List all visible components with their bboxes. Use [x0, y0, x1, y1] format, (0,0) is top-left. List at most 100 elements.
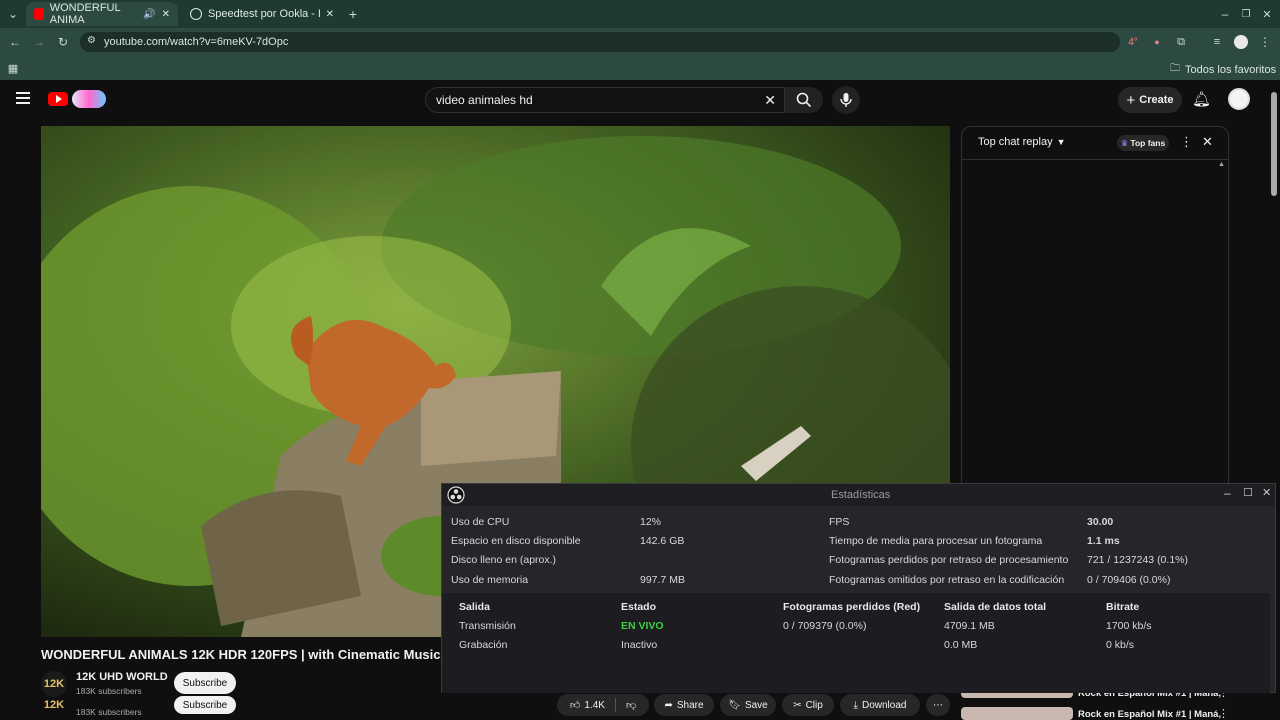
youtube-doodle-icon[interactable]: [72, 90, 106, 108]
obs-close-icon[interactable]: ✕: [1262, 486, 1271, 499]
forward-arrow-icon[interactable]: →: [30, 33, 48, 51]
recommendation-title[interactable]: Rock en Español Mix #1 | Maná,: [1078, 709, 1221, 720]
extensions-puzzle-icon[interactable]: ⧉: [1172, 33, 1190, 51]
minimize-icon[interactable]: –: [1216, 5, 1234, 23]
profile-avatar-icon[interactable]: [1234, 35, 1248, 49]
search-input-value: video animales hd: [436, 93, 533, 107]
notifications-bell-icon[interactable]: 🔔︎: [1192, 90, 1211, 108]
microphone-icon: [840, 93, 852, 107]
table-row-stream-total: 4709.1 MB: [944, 620, 995, 632]
tab-close-icon[interactable]: ✕: [162, 9, 170, 20]
clip-button[interactable]: ✂ Clip: [782, 694, 834, 716]
tab-speedtest[interactable]: Speedtest por Ookla - La ✕: [182, 2, 342, 26]
voice-search-button[interactable]: [832, 86, 860, 114]
create-button[interactable]: + Create: [1118, 87, 1182, 113]
obs-minimize-icon[interactable]: –: [1224, 486, 1231, 500]
subscribe-button-sticky[interactable]: Subscribe: [174, 696, 236, 714]
stat-label-fps: FPS: [829, 516, 850, 528]
media-controls-icon[interactable]: ≡: [1208, 33, 1226, 51]
save-button[interactable]: 🔖︎ Save: [720, 694, 776, 716]
like-dislike-group: 👍︎ 1.4K 👎︎: [557, 694, 649, 716]
obs-logo-icon: [447, 486, 465, 504]
clip-label: Clip: [805, 699, 823, 711]
chat-mode-label: Top chat replay: [978, 136, 1053, 148]
recommendation-more-icon[interactable]: ⋮: [1218, 707, 1229, 720]
youtube-logo-icon[interactable]: [48, 92, 68, 106]
table-row-stream-dropped: 0 / 709379 (0.0%): [783, 620, 867, 632]
share-arrow-icon: ➦: [664, 699, 673, 711]
video-title: WONDERFUL ANIMALS 12K HDR 120FPS | with …: [41, 647, 441, 662]
extension-icon[interactable]: ●: [1148, 33, 1166, 51]
apps-grid-icon[interactable]: ▦: [4, 59, 22, 77]
plus-icon: +: [1126, 91, 1136, 109]
tab-search-chevron-icon[interactable]: ⌄: [4, 5, 22, 23]
bookmark-icon: 🔖︎: [728, 699, 741, 711]
create-label: Create: [1139, 94, 1174, 106]
table-header-status: Estado: [621, 601, 657, 613]
stat-value-render-lag: 721 / 1237243 (0.1%): [1087, 554, 1188, 566]
subscribe-button[interactable]: Subscribe: [174, 672, 236, 694]
subscriber-count: 183K subscribers: [76, 686, 142, 696]
share-label: Share: [676, 699, 704, 711]
bookmarks-bar: ▦ 🗀 Todos los favoritos: [0, 56, 1280, 80]
stat-value-disk-space: 142.6 GB: [640, 535, 685, 547]
download-label: Download: [861, 699, 907, 711]
top-fans-button[interactable]: ♛ Top fans: [1117, 135, 1169, 151]
like-count: 1.4K: [584, 699, 605, 711]
audio-playing-icon[interactable]: 🔊: [143, 9, 155, 20]
hamburger-menu-icon[interactable]: [16, 92, 30, 104]
chat-close-icon[interactable]: ✕: [1202, 134, 1213, 150]
search-button[interactable]: [785, 87, 823, 113]
chat-scroll-up-icon[interactable]: ▲: [1218, 161, 1225, 168]
top-fans-label: Top fans: [1130, 138, 1166, 148]
account-avatar[interactable]: [1228, 88, 1250, 110]
stat-label-encoding-lag: Fotogramas omitidos por retraso en la co…: [829, 574, 1065, 586]
share-button[interactable]: ➦ Share: [654, 694, 714, 716]
site-info-icon[interactable]: ⚙: [87, 35, 96, 46]
all-bookmarks-label: Todos los favoritos: [1185, 63, 1277, 76]
table-row-stream-bitrate: 1700 kb/s: [1106, 620, 1152, 632]
weather-extension-icon[interactable]: 4°: [1124, 33, 1142, 51]
obs-statistics-window: Estadísticas – ☐ ✕ Uso de CPU 12% Espaci…: [441, 483, 1276, 693]
restore-icon[interactable]: ❐: [1237, 5, 1255, 23]
all-bookmarks-button[interactable]: 🗀 Todos los favoritos: [1170, 61, 1276, 78]
chat-more-options-icon[interactable]: ⋮: [1180, 134, 1193, 150]
tab-close-icon[interactable]: ✕: [326, 9, 334, 20]
stat-value-memory: 997.7 MB: [640, 574, 685, 586]
address-bar[interactable]: ⚙ youtube.com/watch?v=6meKV-7dOpc: [80, 32, 1120, 52]
obs-titlebar[interactable]: Estadísticas – ☐ ✕: [442, 484, 1275, 506]
clear-search-icon[interactable]: ✕: [764, 92, 776, 109]
channel-name[interactable]: 12K UHD WORLD: [76, 671, 168, 683]
back-arrow-icon[interactable]: ←: [6, 33, 24, 51]
tab-title: WONDERFUL ANIMA: [49, 2, 121, 26]
stat-label-disk-full: Disco lleno en (aprox.): [451, 554, 557, 566]
channel-avatar-sticky[interactable]: 12K: [41, 694, 67, 716]
obs-window-title: Estadísticas: [831, 489, 891, 501]
recommendation-thumbnail[interactable]: [961, 707, 1073, 720]
table-row-recording-status: Inactivo: [621, 639, 658, 651]
table-row-stream-name: Transmisión: [459, 620, 516, 632]
page-scrollbar[interactable]: [1271, 92, 1277, 196]
chat-mode-dropdown[interactable]: Top chat replay ▼: [978, 136, 1066, 148]
table-row-recording-total: 0.0 MB: [944, 639, 978, 651]
chrome-menu-icon[interactable]: ⋮: [1256, 33, 1274, 51]
scissors-icon: ✂: [793, 699, 802, 711]
table-row-recording-bitrate: 0 kb/s: [1106, 639, 1135, 651]
stat-label-cpu: Uso de CPU: [451, 516, 510, 528]
tab-youtube[interactable]: WONDERFUL ANIMA 🔊 ✕: [26, 2, 178, 26]
reload-icon[interactable]: ↻: [54, 33, 72, 51]
new-tab-plus-icon[interactable]: +: [344, 5, 362, 23]
browser-tab-strip: ⌄ WONDERFUL ANIMA 🔊 ✕ Speedtest por Ookl…: [0, 0, 1280, 28]
more-actions-button[interactable]: ⋯: [926, 694, 950, 716]
window-close-icon[interactable]: ✕: [1258, 5, 1276, 23]
youtube-favicon-icon: [34, 8, 44, 20]
thumbs-up-icon: 👍︎: [569, 700, 581, 711]
like-button[interactable]: 👍︎ 1.4K: [569, 699, 605, 712]
obs-maximize-icon[interactable]: ☐: [1243, 486, 1253, 499]
chat-divider: [962, 159, 1228, 160]
download-button[interactable]: ⤓ Download: [840, 694, 920, 716]
search-input[interactable]: video animales hd ✕: [425, 87, 785, 113]
table-header-output: Salida: [459, 601, 490, 613]
table-header-dropped-frames: Fotogramas perdidos (Red): [783, 601, 921, 613]
dislike-button-thumbs-down-icon[interactable]: 👎︎: [626, 699, 636, 711]
